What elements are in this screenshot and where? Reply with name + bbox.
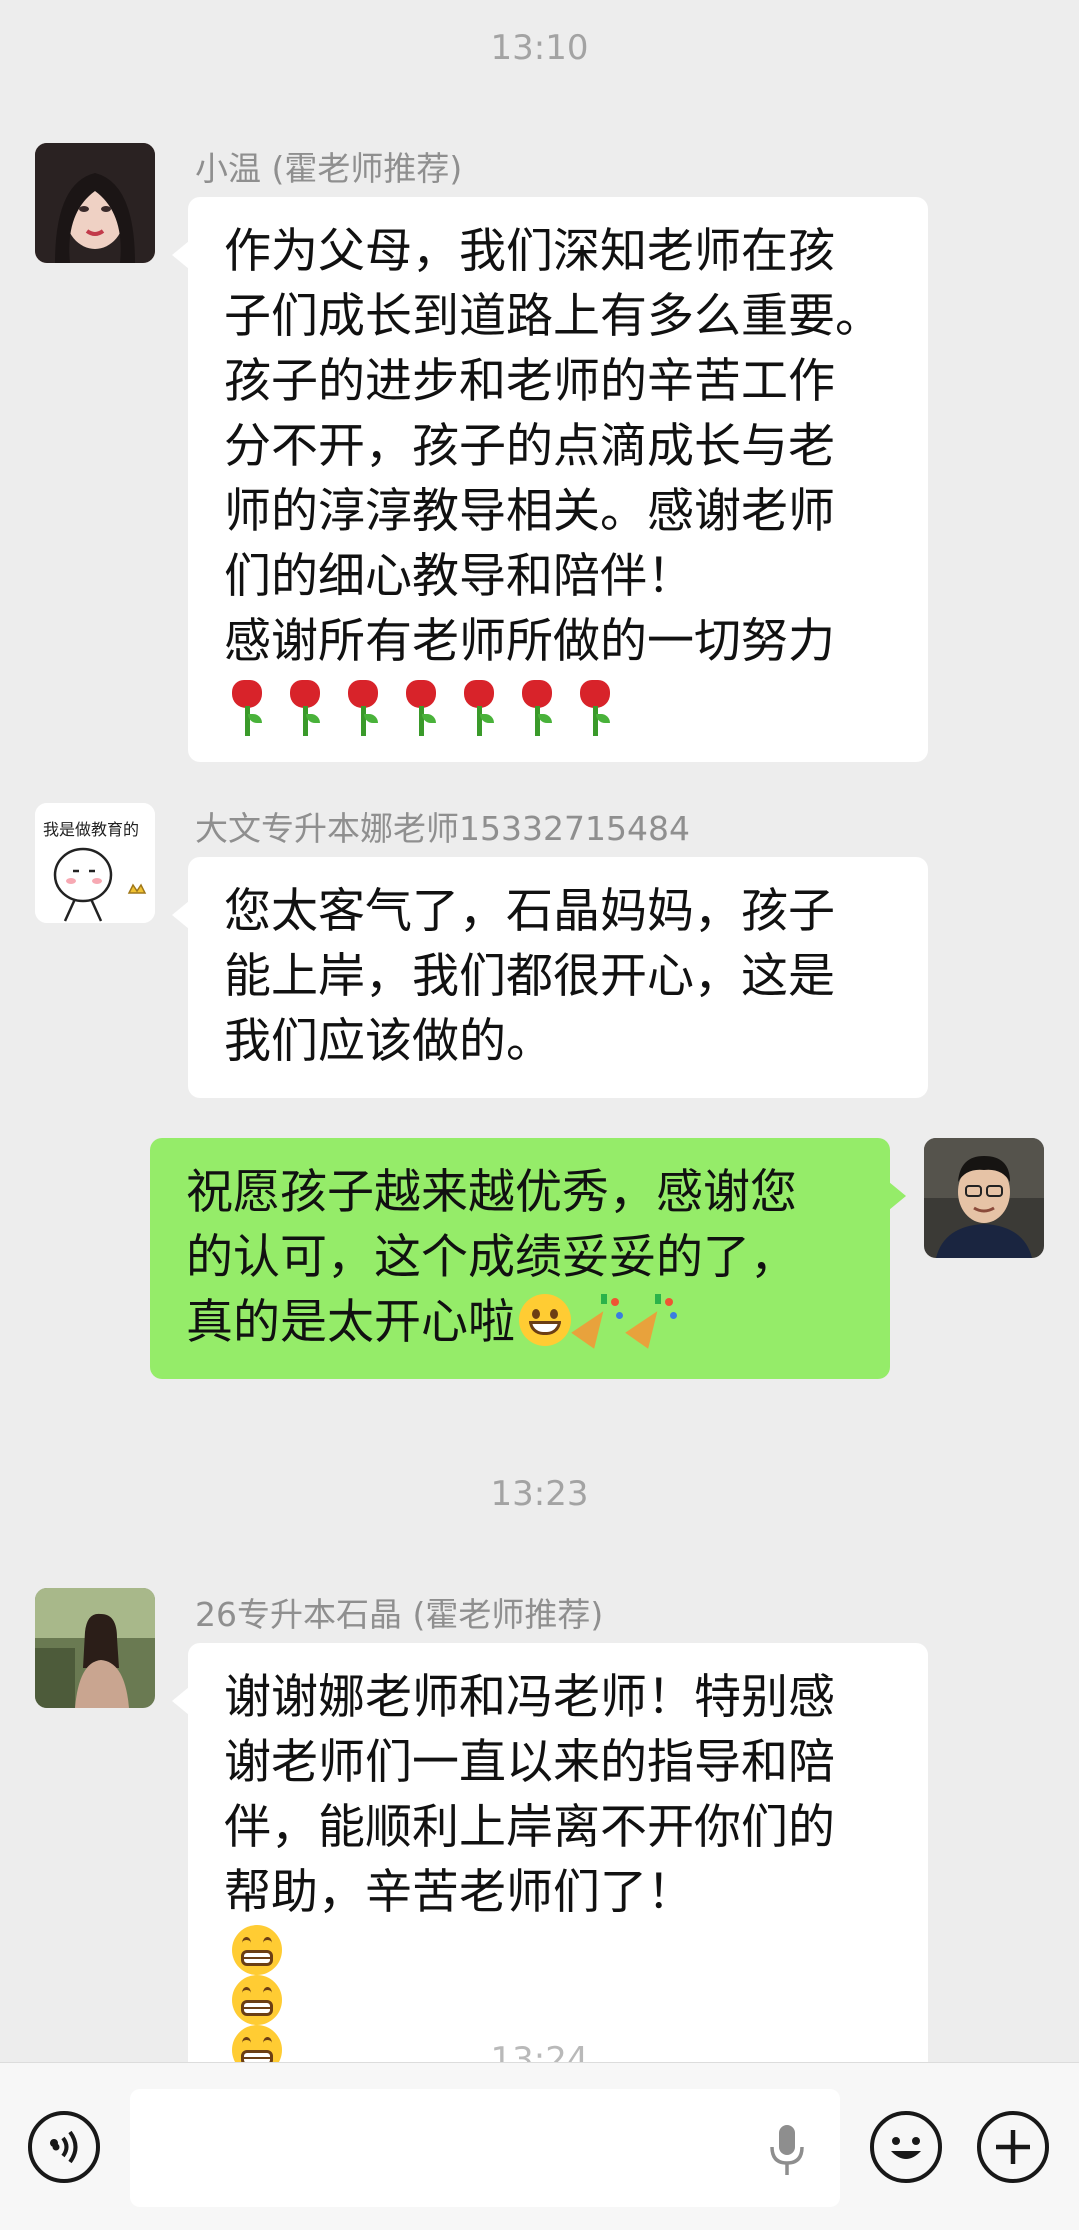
message-line-with-emoji: 真的是太开心啦 bbox=[186, 1290, 854, 1355]
rose-emoji bbox=[282, 678, 328, 738]
message-line: 的认可，这个成绩妥妥的了， bbox=[186, 1230, 797, 1285]
message-line: 真的是太开心啦 bbox=[186, 1295, 515, 1350]
message-line-with-emoji: 帮助，辛苦老师们了！ bbox=[224, 1860, 892, 2062]
plus-button[interactable] bbox=[977, 2111, 1049, 2183]
person-avatar-icon bbox=[35, 1588, 155, 1708]
avatar-nalaoshi[interactable]: 我是做教育的 bbox=[35, 803, 155, 923]
message-line: 谢老师们一直以来的指导和陪 bbox=[224, 1735, 835, 1790]
microphone-icon[interactable] bbox=[767, 2123, 807, 2177]
message-input[interactable] bbox=[130, 2089, 840, 2207]
message-line: 谢谢娜老师和冯老师！特别感 bbox=[224, 1670, 835, 1725]
voice-toggle-button[interactable] bbox=[28, 2111, 100, 2183]
message-line: 作为父母，我们深知老师在孩 bbox=[224, 224, 835, 279]
avatar-shijing[interactable] bbox=[35, 1588, 155, 1708]
message-line: 子们成长到道路上有多么重要。 bbox=[224, 289, 882, 344]
message-line: 您太客气了，石晶妈妈，孩子 bbox=[224, 884, 835, 939]
message-line: 师的淳淳教导相关。感谢老师 bbox=[224, 484, 835, 539]
chat-area[interactable]: 13:10 小温 (霍老师推荐) 作为父母，我们深知老师在孩 子们成长到道路上有… bbox=[0, 0, 1079, 2062]
message-bubble-incoming[interactable]: 谢谢娜老师和冯老师！特别感 谢老师们一直以来的指导和陪 伴，能顺利上岸离不开你们… bbox=[172, 1643, 928, 2062]
person-avatar-icon bbox=[35, 143, 155, 263]
sender-name: 小温 (霍老师推荐) bbox=[195, 149, 463, 188]
party-popper-emoji bbox=[571, 1294, 625, 1349]
input-bar bbox=[0, 2062, 1079, 2230]
grimacing-face-emoji bbox=[232, 1975, 282, 2025]
message-line: 感谢所有老师所做的一切努力 bbox=[224, 614, 835, 669]
emoji-row bbox=[224, 678, 892, 738]
message-line: 帮助，辛苦老师们了！ bbox=[224, 1865, 694, 1920]
grinning-face-emoji bbox=[519, 1294, 571, 1346]
rose-emoji bbox=[340, 678, 386, 738]
voice-toggle-icon bbox=[50, 2130, 78, 2164]
rose-emoji bbox=[398, 678, 444, 738]
rose-emoji bbox=[456, 678, 502, 738]
rose-emoji bbox=[572, 678, 618, 738]
message-line: 祝愿孩子越来越优秀，感谢您 bbox=[186, 1165, 797, 1220]
timestamp: 13:23 bbox=[490, 1474, 589, 1514]
sender-name: 26专升本石晶 (霍老师推荐) bbox=[195, 1595, 604, 1634]
sender-name: 大文专升本娜老师15332715484 bbox=[195, 809, 690, 848]
rose-emoji bbox=[224, 678, 270, 738]
party-popper-emoji bbox=[625, 1294, 679, 1349]
timestamp-partial: 13:24 bbox=[490, 2040, 589, 2062]
message-line: 孩子的进步和老师的辛苦工作 bbox=[224, 354, 835, 409]
grimacing-face-emoji bbox=[232, 1925, 282, 1975]
rose-emoji bbox=[514, 678, 560, 738]
timestamp: 13:10 bbox=[490, 28, 589, 68]
avatar-self[interactable] bbox=[924, 1138, 1044, 1258]
message-line: 能上岸，我们都很开心，这是 bbox=[224, 949, 835, 1004]
message-bubble-incoming[interactable]: 您太客气了，石晶妈妈，孩子 能上岸，我们都很开心，这是 我们应该做的。 bbox=[172, 857, 928, 1098]
person-avatar-icon bbox=[924, 1138, 1044, 1258]
message-bubble-outgoing[interactable]: 祝愿孩子越来越优秀，感谢您 的认可，这个成绩妥妥的了， 真的是太开心啦 bbox=[150, 1138, 906, 1379]
avatar-caption: 我是做教育的 bbox=[43, 820, 139, 839]
message-bubble-incoming[interactable]: 作为父母，我们深知老师在孩 子们成长到道路上有多么重要。 孩子的进步和老师的辛苦… bbox=[172, 197, 928, 762]
emoji-icon bbox=[891, 2137, 921, 2159]
avatar-xiaowen[interactable] bbox=[35, 143, 155, 263]
emoji-button[interactable] bbox=[870, 2111, 942, 2183]
message-line: 伴，能顺利上岸离不开你们的 bbox=[224, 1800, 835, 1855]
message-line: 我们应该做的。 bbox=[224, 1014, 553, 1069]
cartoon-avatar-icon: 我是做教育的 bbox=[35, 803, 155, 923]
plus-icon bbox=[996, 2130, 1030, 2164]
message-line: 分不开，孩子的点滴成长与老 bbox=[224, 419, 835, 474]
message-line: 们的细心教导和陪伴！ bbox=[224, 549, 694, 604]
